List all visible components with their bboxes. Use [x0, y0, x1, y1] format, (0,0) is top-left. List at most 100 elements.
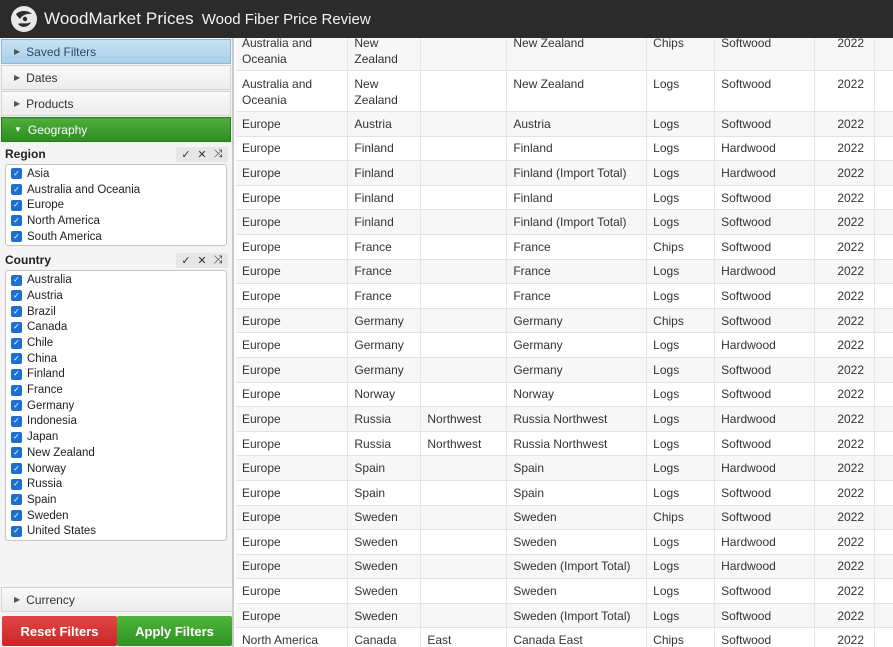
checkbox-checked-icon[interactable]: ✓: [11, 199, 22, 211]
table-row[interactable]: Europe Finland Finland Logs Softwood 2022: [236, 185, 893, 211]
country-item[interactable]: ✓ Brazil: [6, 304, 226, 320]
checkbox-checked-icon[interactable]: ✓: [11, 510, 22, 522]
geography-section[interactable]: ▼ Geography: [1, 117, 231, 142]
table-cell: Europe: [236, 283, 349, 309]
country-item[interactable]: ✓ Indonesia: [6, 414, 226, 430]
clear-all-icon[interactable]: ✕: [195, 254, 209, 267]
table-cell: Logs: [646, 70, 716, 112]
table-row[interactable]: Europe Finland Finland (Import Total) Logs S…: [236, 209, 893, 235]
table-row[interactable]: Europe Germany Germany Logs Hardwood 2022: [236, 332, 893, 358]
country-item[interactable]: ✓ Australia: [6, 272, 226, 288]
table-row[interactable]: Europe Sweden Sweden (Import Total) Logs Sof…: [236, 603, 893, 629]
table-cell: New Zealand: [347, 70, 422, 112]
table-row[interactable]: Europe Spain Spain Logs Hardwood 2022: [236, 455, 893, 481]
caret-right-icon: ▶: [14, 47, 21, 56]
checkbox-checked-icon[interactable]: ✓: [11, 215, 22, 227]
table-cell: [874, 38, 893, 71]
checkbox-checked-icon[interactable]: ✓: [11, 184, 22, 196]
table-cell: Hardwood: [714, 455, 816, 481]
checkbox-checked-icon[interactable]: ✓: [11, 415, 22, 427]
table-row[interactable]: Europe Sweden Sweden Logs Softwood 2022: [236, 578, 893, 604]
table-cell: Austria: [347, 111, 422, 137]
country-item[interactable]: ✓ Chile: [6, 335, 226, 351]
apply-filters-button[interactable]: Apply Filters: [117, 616, 232, 646]
table-row[interactable]: Europe Finland Finland Logs Hardwood 2022: [236, 136, 893, 162]
region-item[interactable]: ✓ North America: [6, 213, 226, 229]
table-cell: [420, 283, 508, 309]
country-item[interactable]: ✓ New Zealand: [6, 445, 226, 461]
table-row[interactable]: Europe Sweden Sweden (Import Total) Logs Har…: [236, 554, 893, 580]
checkbox-checked-icon[interactable]: ✓: [11, 353, 22, 365]
dates-section[interactable]: ▶ Dates: [1, 65, 231, 90]
table-row[interactable]: North America Canada East Canada East Chips S…: [236, 627, 893, 647]
checkbox-checked-icon[interactable]: ✓: [11, 494, 22, 506]
table-cell: 2022: [814, 209, 876, 235]
table-cell: 2022: [814, 505, 876, 531]
reset-filters-button[interactable]: Reset Filters: [2, 616, 117, 646]
checkbox-checked-icon[interactable]: ✓: [11, 290, 22, 302]
checkbox-checked-icon[interactable]: ✓: [11, 525, 22, 537]
checkbox-checked-icon[interactable]: ✓: [11, 431, 22, 443]
country-item[interactable]: ✓ Austria: [6, 288, 226, 304]
table-cell: Logs: [646, 283, 716, 309]
table-cell: Canada: [347, 627, 422, 647]
checkbox-checked-icon[interactable]: ✓: [11, 274, 22, 286]
region-item[interactable]: ✓ Australia and Oceania: [6, 182, 226, 198]
invert-selection-icon[interactable]: ⤨: [211, 148, 225, 161]
table-cell: [420, 382, 508, 408]
table-row[interactable]: Europe France France Logs Hardwood 2022: [236, 259, 893, 285]
table-row[interactable]: Europe Russia Northwest Russia Northwest Log…: [236, 431, 893, 457]
table-row[interactable]: Europe Finland Finland (Import Total) Logs H…: [236, 160, 893, 186]
currency-section[interactable]: ▶ Currency: [1, 587, 233, 612]
table-row[interactable]: Europe Sweden Sweden Chips Softwood 2022: [236, 505, 893, 531]
checkbox-checked-icon[interactable]: ✓: [11, 447, 22, 459]
table-row[interactable]: Europe Germany Germany Chips Softwood 2022: [236, 308, 893, 334]
table-row[interactable]: Europe Norway Norway Logs Softwood 2022: [236, 382, 893, 408]
table-row[interactable]: Europe Sweden Sweden Logs Hardwood 2022: [236, 529, 893, 555]
country-item[interactable]: ✓ Finland: [6, 367, 226, 383]
checkbox-checked-icon[interactable]: ✓: [11, 231, 22, 243]
region-item[interactable]: ✓ South America: [6, 229, 226, 245]
checkbox-checked-icon[interactable]: ✓: [11, 384, 22, 396]
country-item[interactable]: ✓ Japan: [6, 429, 226, 445]
select-all-icon[interactable]: ✓: [179, 254, 193, 267]
country-item[interactable]: ✓ Canada: [6, 320, 226, 336]
table-cell: Europe: [236, 455, 349, 481]
table-row[interactable]: Europe France France Logs Softwood 2022: [236, 283, 893, 309]
country-item[interactable]: ✓ China: [6, 351, 226, 367]
table-row[interactable]: Europe France France Chips Softwood 2022: [236, 234, 893, 260]
country-item[interactable]: ✓ Norway: [6, 461, 226, 477]
table-row[interactable]: Europe Russia Northwest Russia Northwest Log…: [236, 406, 893, 432]
checkbox-checked-icon[interactable]: ✓: [11, 337, 22, 349]
table-row[interactable]: Australia and Oceania New Zealand New Zeal…: [236, 70, 893, 112]
checkbox-checked-icon[interactable]: ✓: [11, 400, 22, 412]
checkbox-checked-icon[interactable]: ✓: [11, 368, 22, 380]
checkbox-checked-icon[interactable]: ✓: [11, 463, 22, 475]
checkbox-checked-icon[interactable]: ✓: [11, 478, 22, 490]
price-table-container[interactable]: Australia and Oceania New Zealand New Zeal…: [236, 38, 893, 647]
table-row[interactable]: Australia and Oceania New Zealand New Zeal…: [236, 38, 893, 71]
country-item[interactable]: ✓ United States: [6, 523, 226, 539]
country-item[interactable]: ✓ Sweden: [6, 508, 226, 524]
clear-all-icon[interactable]: ✕: [195, 148, 209, 161]
table-cell: [420, 259, 508, 285]
invert-selection-icon[interactable]: ⤨: [211, 254, 225, 267]
products-section[interactable]: ▶ Products: [1, 91, 231, 116]
table-cell: [420, 455, 508, 481]
checkbox-checked-icon[interactable]: ✓: [11, 306, 22, 318]
country-item[interactable]: ✓ Germany: [6, 398, 226, 414]
select-all-icon[interactable]: ✓: [179, 148, 193, 161]
region-item[interactable]: ✓ Europe: [6, 197, 226, 213]
table-row[interactable]: Europe Spain Spain Logs Softwood 2022: [236, 480, 893, 506]
table-cell: Spain: [347, 480, 422, 506]
saved-filters-section[interactable]: ▶ Saved Filters: [1, 39, 231, 64]
checkbox-checked-icon[interactable]: ✓: [11, 168, 22, 180]
table-row[interactable]: Europe Germany Germany Logs Softwood 2022: [236, 357, 893, 383]
checkbox-checked-icon[interactable]: ✓: [11, 321, 22, 333]
country-title: Country: [5, 253, 51, 268]
country-item[interactable]: ✓ Russia: [6, 476, 226, 492]
country-item[interactable]: ✓ Spain: [6, 492, 226, 508]
region-item[interactable]: ✓ Asia: [6, 166, 226, 182]
table-row[interactable]: Europe Austria Austria Logs Softwood 2022: [236, 111, 893, 137]
country-item[interactable]: ✓ France: [6, 382, 226, 398]
